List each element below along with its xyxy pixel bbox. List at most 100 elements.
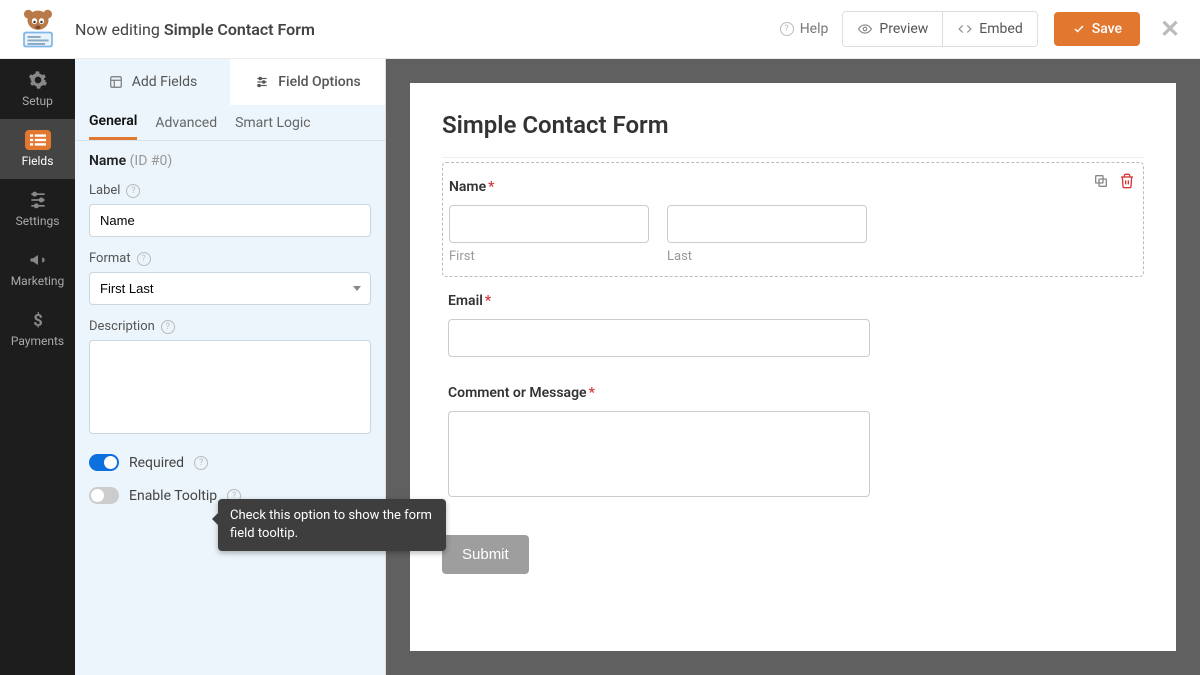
subtab-advanced[interactable]: Advanced [155, 105, 217, 140]
form-name: Simple Contact Form [164, 20, 315, 39]
fields-icon [25, 130, 51, 150]
sliders-icon [27, 190, 49, 210]
embed-button[interactable]: Embed [942, 12, 1036, 46]
label-input[interactable] [89, 204, 371, 237]
field-id-name: Name [89, 153, 126, 169]
required-star: * [485, 293, 491, 309]
email-label: Email* [448, 293, 1138, 309]
tab-add-label: Add Fields [132, 74, 198, 90]
help-icon[interactable]: ? [194, 456, 208, 470]
app-logo [0, 0, 75, 59]
email-input[interactable] [448, 319, 870, 357]
sidenav-payments-label: Payments [11, 334, 64, 348]
close-button[interactable]: ✕ [1150, 15, 1190, 43]
help-label: Help [800, 21, 829, 37]
form-title: Simple Contact Form [442, 111, 1144, 158]
required-star: * [589, 385, 595, 401]
options-panel: Add Fields Field Options General Advance… [75, 59, 386, 675]
tooltip-label: Enable Tooltip [129, 488, 217, 504]
description-label: Description [89, 319, 155, 334]
field-id-row: Name (ID #0) [89, 153, 371, 169]
preview-email-field[interactable]: Email* [442, 277, 1144, 369]
sidenav-marketing-label: Marketing [11, 274, 65, 288]
label-label-row: Label ? [89, 183, 371, 198]
required-label: Required [129, 455, 184, 471]
help-link[interactable]: ? Help [780, 21, 829, 37]
eye-icon [857, 22, 873, 36]
panel-tabs: Add Fields Field Options [75, 59, 385, 105]
code-icon [957, 22, 973, 36]
sidenav-setup[interactable]: Setup [0, 59, 75, 119]
editing-title: Now editing Simple Contact Form [75, 20, 780, 39]
tab-options-label: Field Options [278, 74, 360, 90]
panel-body: Name (ID #0) Label ? Format ? [75, 141, 385, 516]
subtabs: General Advanced Smart Logic [75, 105, 385, 141]
format-group: Format ? [89, 251, 371, 305]
help-icon: ? [780, 22, 794, 36]
name-label: Name* [449, 179, 1137, 195]
subtab-smart-logic[interactable]: Smart Logic [235, 105, 310, 140]
label-label: Label [89, 183, 120, 198]
tab-add-fields[interactable]: Add Fields [75, 59, 230, 105]
last-input[interactable] [667, 205, 867, 243]
label-group: Label ? [89, 183, 371, 237]
canvas: Simple Contact Form Name* First Last [386, 59, 1200, 675]
save-label: Save [1092, 21, 1122, 37]
help-icon[interactable]: ? [161, 320, 175, 334]
preview-button[interactable]: Preview [843, 12, 942, 46]
sidenav-fields[interactable]: Fields [0, 119, 75, 179]
first-input[interactable] [449, 205, 649, 243]
dollar-icon: $ [27, 310, 49, 330]
topbar: Now editing Simple Contact Form ? Help P… [0, 0, 1200, 59]
sidenav: Setup Fields Settings Marketing $ Paymen… [0, 59, 75, 675]
last-col: Last [667, 205, 867, 264]
preview-label: Preview [879, 21, 928, 37]
trash-icon[interactable] [1119, 173, 1135, 189]
tooltip-toggle[interactable] [89, 487, 119, 504]
sidenav-settings-label: Settings [16, 214, 60, 228]
submit-button[interactable]: Submit [442, 535, 529, 574]
sidenav-settings[interactable]: Settings [0, 179, 75, 239]
preview-comment-field[interactable]: Comment or Message* [442, 369, 1144, 513]
field-actions [1093, 173, 1135, 189]
bullhorn-icon [27, 250, 49, 270]
editing-prefix: Now editing [75, 20, 164, 39]
description-label-row: Description ? [89, 319, 371, 334]
field-id-num: (ID #0) [130, 153, 173, 169]
tooltip-popup: Check this option to show the form field… [218, 499, 446, 551]
preview-name-field[interactable]: Name* First Last [442, 162, 1144, 277]
comment-input[interactable] [448, 411, 870, 497]
format-label-row: Format ? [89, 251, 371, 266]
first-col: First [449, 205, 649, 264]
sidenav-marketing[interactable]: Marketing [0, 239, 75, 299]
embed-label: Embed [979, 21, 1022, 37]
sidenav-payments[interactable]: $ Payments [0, 299, 75, 359]
name-row: First Last [449, 205, 1137, 264]
help-icon[interactable]: ? [137, 252, 151, 266]
required-toggle[interactable] [89, 454, 119, 471]
save-button[interactable]: Save [1054, 12, 1140, 46]
format-select[interactable] [89, 272, 371, 305]
main: Setup Fields Settings Marketing $ Paymen… [0, 59, 1200, 675]
description-input[interactable] [89, 340, 371, 434]
first-sublabel: First [449, 249, 649, 264]
help-icon[interactable]: ? [126, 184, 140, 198]
layout-icon [108, 75, 124, 89]
description-group: Description ? [89, 319, 371, 438]
tooltip-text: Check this option to show the form field… [230, 508, 432, 541]
duplicate-icon[interactable] [1093, 173, 1109, 189]
subtab-general[interactable]: General [89, 105, 137, 140]
form-preview: Simple Contact Form Name* First Last [410, 83, 1176, 651]
required-row: Required ? [89, 454, 371, 471]
comment-label: Comment or Message* [448, 385, 1138, 401]
last-sublabel: Last [667, 249, 867, 264]
check-icon [1072, 23, 1086, 35]
preview-embed-group: Preview Embed [842, 11, 1037, 47]
required-star: * [488, 179, 494, 195]
tab-field-options[interactable]: Field Options [230, 59, 385, 105]
format-label: Format [89, 251, 131, 266]
svg-text:$: $ [33, 312, 43, 330]
sidenav-fields-label: Fields [22, 154, 54, 168]
top-actions: ? Help Preview Embed Save ✕ [780, 11, 1200, 47]
sidenav-setup-label: Setup [22, 94, 53, 108]
